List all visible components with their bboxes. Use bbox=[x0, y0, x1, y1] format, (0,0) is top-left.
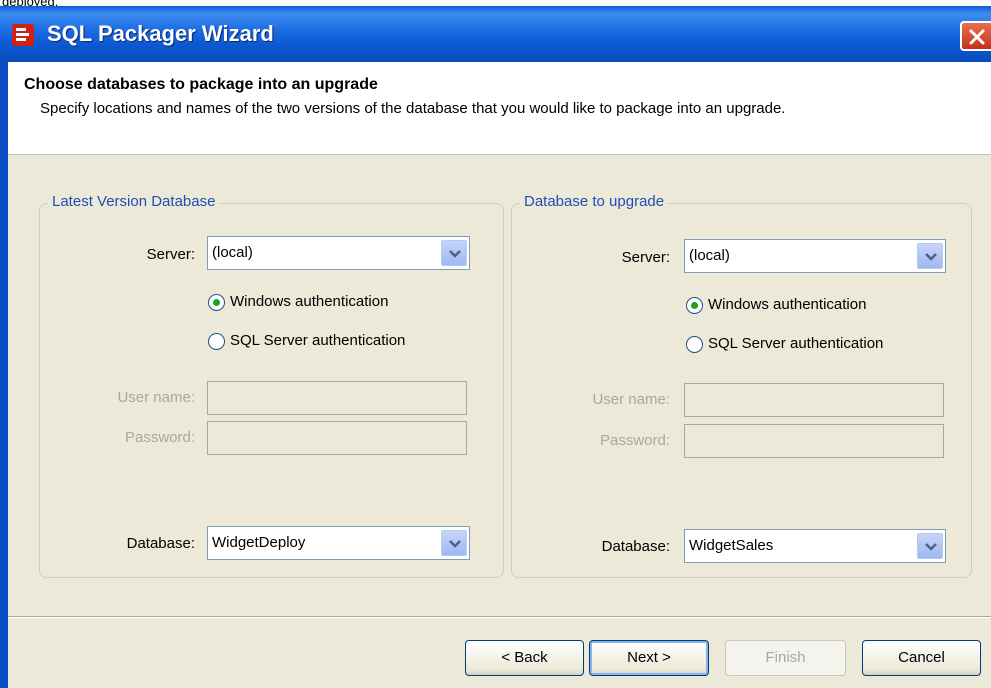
chevron-down-icon[interactable] bbox=[917, 533, 943, 559]
title-bar[interactable]: SQL Packager Wizard bbox=[0, 6, 991, 62]
latest-password-input[interactable] bbox=[207, 421, 467, 455]
latest-windows-auth-label: Windows authentication bbox=[230, 293, 389, 310]
latest-database-dropdown[interactable]: WidgetDeploy bbox=[207, 526, 470, 560]
cancel-button[interactable]: Cancel bbox=[862, 640, 981, 676]
radio-unselected-icon bbox=[686, 336, 703, 353]
radio-unselected-icon bbox=[208, 333, 225, 350]
wizard-window: SQL Packager Wizard Choose databases to … bbox=[0, 6, 991, 688]
upgrade-database-dropdown[interactable]: WidgetSales bbox=[684, 529, 946, 563]
latest-version-group-title: Latest Version Database bbox=[48, 193, 220, 210]
latest-windows-auth-radio[interactable]: Windows authentication bbox=[208, 293, 438, 313]
footer-separator bbox=[8, 616, 991, 617]
window-left-border bbox=[0, 62, 8, 688]
upgrade-server-label: Server: bbox=[621, 249, 670, 266]
upgrade-sql-auth-radio[interactable]: SQL Server authentication bbox=[686, 335, 936, 355]
latest-username-label: User name: bbox=[117, 389, 195, 406]
latest-server-value: (local) bbox=[212, 244, 253, 261]
upgrade-database-label: Database: bbox=[601, 538, 670, 555]
chevron-down-icon[interactable] bbox=[441, 530, 467, 556]
back-button[interactable]: < Back bbox=[465, 640, 584, 676]
window-title: SQL Packager Wizard bbox=[47, 21, 274, 46]
latest-password-label: Password: bbox=[124, 429, 195, 446]
upgrade-database-group-title: Database to upgrade bbox=[520, 193, 669, 210]
latest-database-value: WidgetDeploy bbox=[212, 534, 306, 551]
latest-database-label: Database: bbox=[126, 535, 195, 552]
latest-username-input[interactable] bbox=[207, 381, 467, 415]
sql-packager-icon bbox=[10, 21, 38, 49]
close-icon bbox=[969, 29, 985, 45]
upgrade-sql-auth-label: SQL Server authentication bbox=[708, 335, 884, 352]
latest-sql-auth-radio[interactable]: SQL Server authentication bbox=[208, 332, 458, 352]
latest-sql-auth-label: SQL Server authentication bbox=[230, 332, 406, 349]
upgrade-password-label: Password: bbox=[599, 432, 670, 449]
radio-selected-icon bbox=[686, 297, 703, 314]
latest-server-dropdown[interactable]: (local) bbox=[207, 236, 470, 270]
next-button[interactable]: Next > bbox=[589, 640, 709, 676]
radio-selected-icon bbox=[208, 294, 225, 311]
page-description: Specify locations and names of the two v… bbox=[40, 100, 786, 117]
upgrade-username-input[interactable] bbox=[684, 383, 944, 417]
wizard-header: Choose databases to package into an upgr… bbox=[8, 62, 991, 155]
upgrade-windows-auth-radio[interactable]: Windows authentication bbox=[686, 296, 916, 316]
close-button[interactable] bbox=[960, 21, 991, 51]
upgrade-windows-auth-label: Windows authentication bbox=[708, 296, 867, 313]
chevron-down-icon[interactable] bbox=[917, 243, 943, 269]
upgrade-password-input[interactable] bbox=[684, 424, 944, 458]
finish-button[interactable]: Finish bbox=[725, 640, 846, 676]
page-title: Choose databases to package into an upgr… bbox=[24, 76, 378, 93]
upgrade-server-value: (local) bbox=[689, 247, 730, 264]
upgrade-server-dropdown[interactable]: (local) bbox=[684, 239, 946, 273]
latest-server-label: Server: bbox=[146, 246, 195, 263]
chevron-down-icon[interactable] bbox=[441, 240, 467, 266]
upgrade-username-label: User name: bbox=[592, 391, 670, 408]
upgrade-database-value: WidgetSales bbox=[689, 537, 774, 554]
